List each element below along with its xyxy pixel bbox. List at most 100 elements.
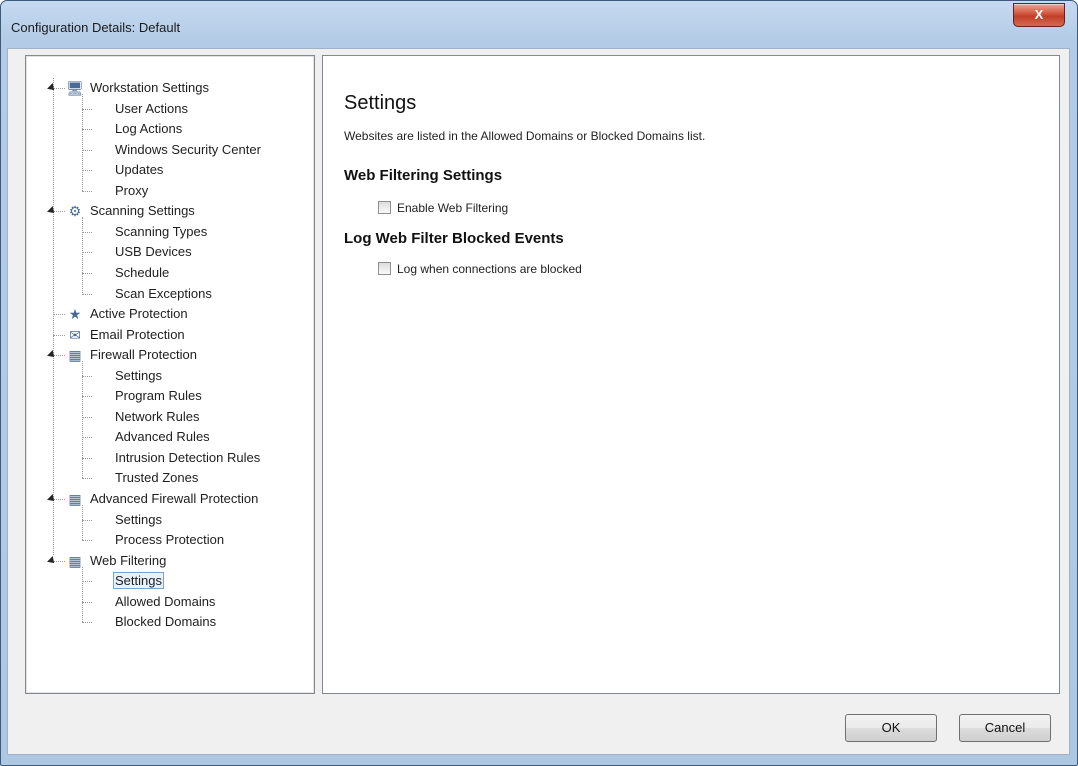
tree-item-label: Settings (115, 367, 162, 383)
tree-item-trusted-zones[interactable]: Trusted Zones (113, 468, 200, 488)
close-icon: X (1034, 7, 1044, 22)
tree-item-updates[interactable]: Updates (113, 160, 165, 180)
page-title: Settings (344, 92, 417, 114)
tree-connector (53, 334, 65, 336)
window-title: Configuration Details: Default (11, 20, 181, 35)
tree-item-active-protection[interactable]: Active Protection (88, 304, 190, 324)
tree-branch-connector (82, 217, 83, 294)
tree-connector (82, 601, 92, 603)
settings-content-panel (322, 55, 1060, 694)
tree-item-scanning-settings[interactable]: Scanning Settings (88, 201, 197, 221)
tree-item-process-protection[interactable]: Process Protection (113, 530, 226, 550)
tree-item-firewall-protection[interactable]: Firewall Protection (88, 345, 199, 365)
tree-item-label: Active Protection (90, 306, 188, 322)
tree-connector (82, 519, 92, 521)
tree-item-email-protection[interactable]: Email Protection (88, 325, 187, 345)
tree-item-settings[interactable]: Settings (113, 571, 164, 591)
close-button[interactable]: X (1013, 3, 1065, 27)
tree-item-settings[interactable]: Settings (113, 510, 164, 530)
tree-item-label: Workstation Settings (90, 80, 209, 95)
tree-connector (82, 293, 92, 295)
tree-connector (82, 375, 92, 377)
tree-item-label: Trusted Zones (115, 470, 199, 486)
section-heading-log-blocked: Log Web Filter Blocked Events (344, 230, 564, 247)
tree-branch-connector (82, 361, 83, 479)
tree-item-allowed-domains[interactable]: Allowed Domains (113, 592, 217, 612)
tree-item-label: Windows Security Center (115, 141, 261, 157)
tree-item-label: Scan Exceptions (115, 285, 212, 301)
firewall-icon: ▦ (68, 491, 82, 507)
tree-connector (82, 129, 92, 131)
tree-connector (82, 540, 92, 542)
settings-tree[interactable]: 🖥 Workstation Settings User Actions Log Act… (25, 55, 315, 694)
tree-item-windows-security-center[interactable]: Windows Security Center (113, 140, 263, 160)
tree-connector (82, 272, 92, 274)
tree-item-label: Settings (115, 511, 162, 527)
expand-triangle-icon[interactable] (47, 555, 57, 566)
tree-item-label: Schedule (115, 264, 170, 280)
log-blocked-checkbox[interactable] (378, 262, 391, 275)
page-description: Websites are listed in the Allowed Domai… (344, 129, 706, 143)
expand-triangle-icon[interactable] (47, 206, 57, 217)
tree-item-settings[interactable]: Settings (113, 366, 164, 386)
tree-branch-connector (82, 505, 83, 541)
tree-root-connector (53, 78, 54, 555)
tree-item-intrusion-detection-rules[interactable]: Intrusion Detection Rules (113, 448, 262, 468)
tree-item-program-rules[interactable]: Program Rules (113, 386, 204, 406)
tree-item-blocked-domains[interactable]: Blocked Domains (113, 612, 218, 632)
tree-item-label: Updates (115, 162, 164, 178)
tree-item-workstation-settings[interactable]: Workstation Settings (88, 78, 211, 98)
title-bar[interactable]: Configuration Details: Default X (1, 1, 1077, 49)
tree-item-network-rules[interactable]: Network Rules (113, 407, 202, 427)
tree-item-scanning-types[interactable]: Scanning Types (113, 222, 209, 242)
tree-connector (82, 581, 92, 583)
tree-connector (53, 314, 65, 316)
expand-triangle-icon[interactable] (47, 350, 57, 361)
tree-connector (82, 437, 92, 439)
enable-web-filtering-checkbox[interactable] (378, 201, 391, 214)
ok-button[interactable]: OK (845, 714, 937, 742)
tree-connector (82, 416, 92, 418)
tree-connector (82, 149, 92, 151)
tree-item-advanced-rules[interactable]: Advanced Rules (113, 427, 212, 447)
log-blocked-row[interactable]: Log when connections are blocked (378, 262, 582, 278)
cancel-button[interactable]: Cancel (959, 714, 1051, 742)
tree-item-label: Process Protection (115, 532, 225, 548)
tree-connector (82, 190, 92, 192)
tree-item-log-actions[interactable]: Log Actions (113, 119, 184, 139)
tree-connector (82, 252, 92, 254)
tree-item-label: Advanced Firewall Protection (90, 491, 259, 506)
tree-item-label: Settings (113, 572, 164, 590)
email-icon: ✉ (69, 326, 81, 343)
tree-item-label: Scanning Settings (90, 203, 195, 219)
tree-connector (82, 170, 92, 172)
expand-triangle-icon[interactable] (47, 494, 57, 504)
active-protection-icon: ★ (68, 306, 82, 323)
log-blocked-label: Log when connections are blocked (397, 262, 582, 276)
tree-item-label: Scanning Types (115, 223, 208, 239)
tree-item-usb-devices[interactable]: USB Devices (113, 242, 194, 262)
tree-item-advanced-firewall-protection[interactable]: Advanced Firewall Protection (88, 489, 260, 509)
tree-item-label: Blocked Domains (115, 614, 217, 630)
enable-web-filtering-row[interactable]: Enable Web Filtering (378, 201, 508, 217)
tree-item-label: Program Rules (115, 388, 202, 404)
section-heading-web-filtering: Web Filtering Settings (344, 167, 503, 184)
tree-item-user-actions[interactable]: User Actions (113, 99, 190, 119)
tree-item-proxy[interactable]: Proxy (113, 181, 150, 201)
tree-item-scan-exceptions[interactable]: Scan Exceptions (113, 284, 214, 304)
tree-item-label: Intrusion Detection Rules (115, 449, 261, 465)
tree-item-web-filtering[interactable]: Web Filtering (88, 551, 168, 571)
tree-item-label: Allowed Domains (115, 593, 216, 609)
tree-connector (82, 231, 92, 233)
tree-item-label: User Actions (115, 100, 188, 116)
tree-item-label: USB Devices (115, 244, 192, 260)
scanning-icon: ⚙ (68, 203, 82, 220)
tree-item-label: Advanced Rules (115, 429, 210, 445)
tree-connector (82, 457, 92, 459)
tree-item-schedule[interactable]: Schedule (113, 263, 171, 283)
tree-item-label: Email Protection (90, 326, 185, 342)
workstation-icon: 🖥 (66, 80, 84, 96)
tree-item-label: Firewall Protection (90, 347, 197, 363)
expand-triangle-icon[interactable] (47, 83, 57, 93)
enable-web-filtering-label: Enable Web Filtering (397, 201, 509, 215)
